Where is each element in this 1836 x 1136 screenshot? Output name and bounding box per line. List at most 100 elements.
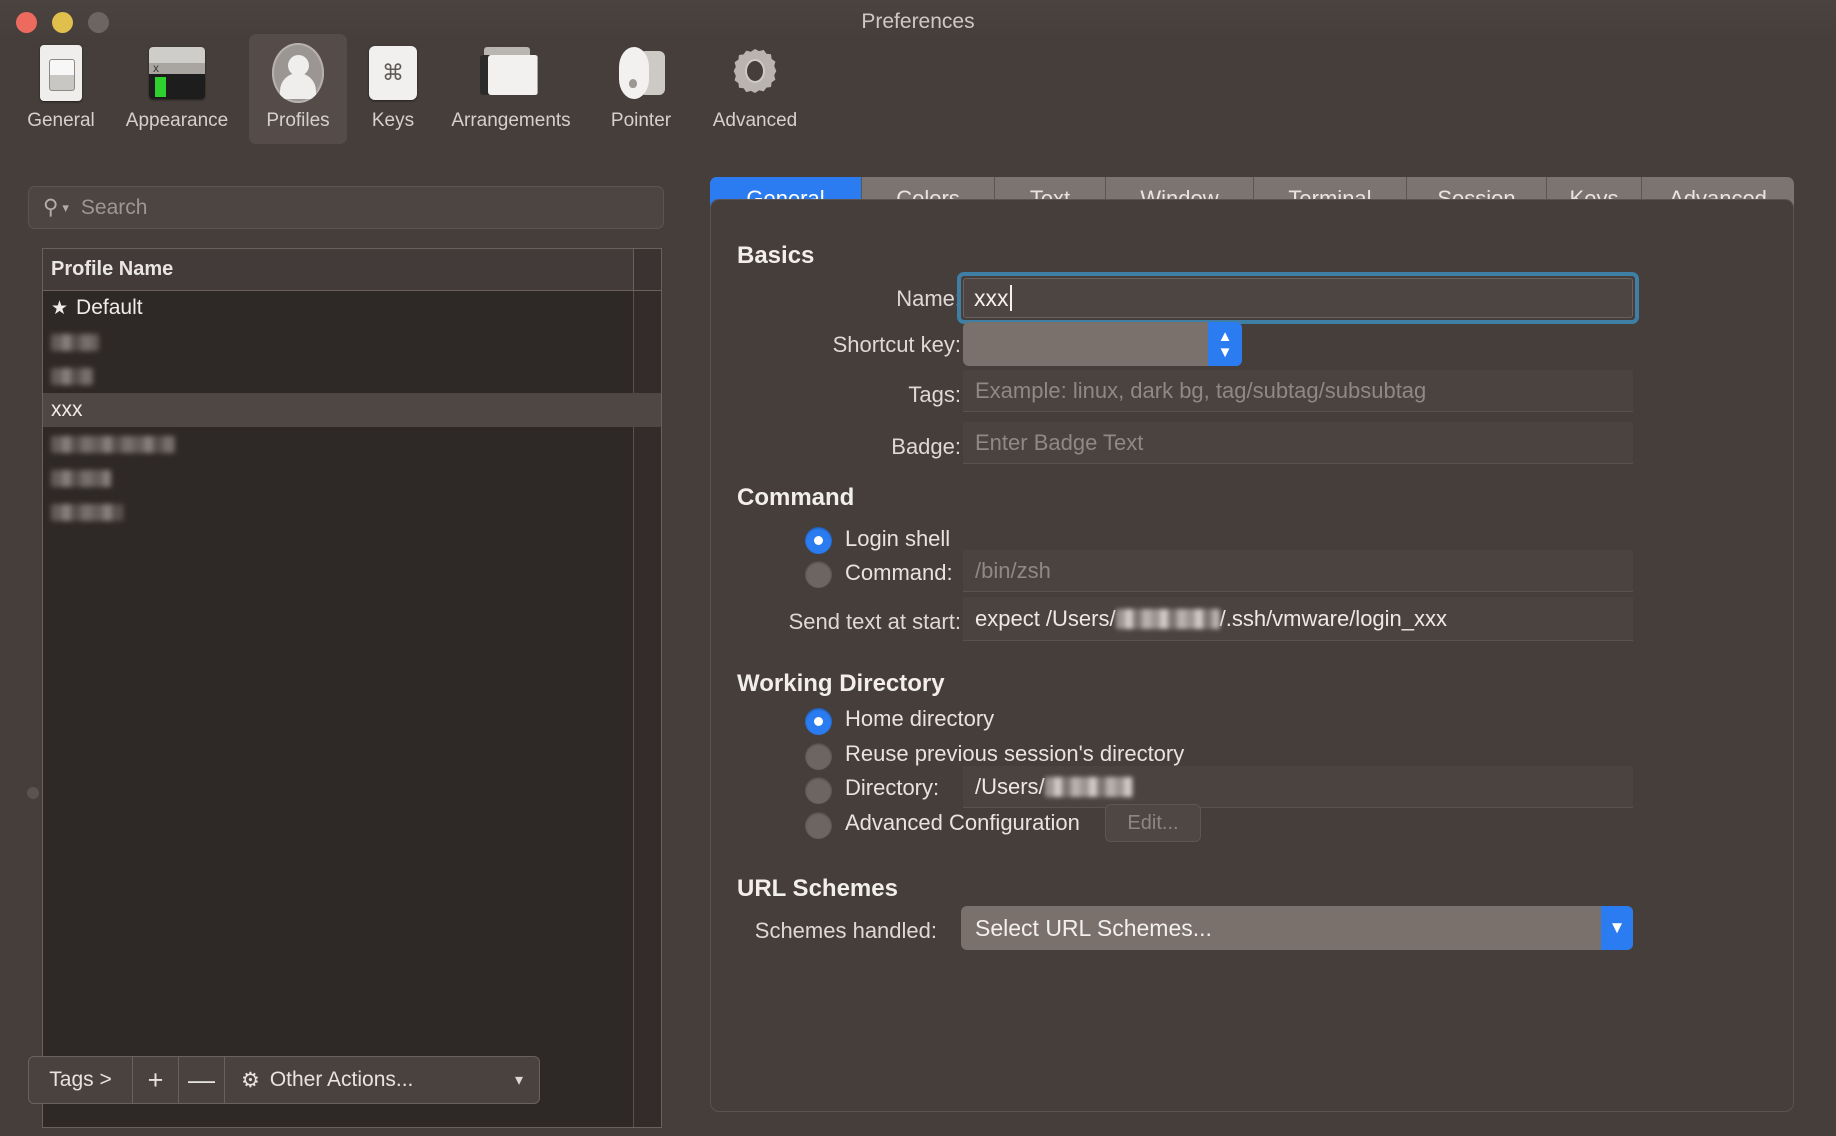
- shortcut-key-input[interactable]: [963, 322, 1242, 366]
- general-tab-panel: Basics Name: xxx Shortcut key: ▲ ▼ Tags:…: [710, 199, 1794, 1112]
- reuse-directory-radio[interactable]: [805, 743, 832, 770]
- profile-actions-toolbar: Tags > + — ⚙ Other Actions... ▾: [28, 1056, 540, 1104]
- other-actions-label: Other Actions...: [269, 1068, 414, 1091]
- gear-icon: ⚙: [241, 1068, 260, 1092]
- name-input[interactable]: xxx: [963, 278, 1633, 318]
- reuse-directory-label: Reuse previous session's directory: [845, 741, 1185, 766]
- search-icon: ⚲: [43, 196, 59, 219]
- toolbar-item-label: Arrangements: [451, 110, 571, 131]
- chevron-up-icon: ▲: [1217, 327, 1233, 345]
- table-row[interactable]: ★ Default: [43, 291, 661, 325]
- toolbar-item-label: General: [27, 110, 95, 131]
- add-profile-button[interactable]: +: [133, 1057, 179, 1103]
- login-shell-radio[interactable]: [805, 527, 832, 554]
- toolbar-item-profiles[interactable]: Profiles: [249, 34, 347, 144]
- badge-placeholder: Enter Badge Text: [975, 429, 1144, 455]
- table-row[interactable]: [43, 359, 661, 393]
- column-header-profile-name: Profile Name: [51, 258, 174, 280]
- profile-name: Default: [76, 296, 143, 319]
- directory-radio[interactable]: [805, 777, 832, 804]
- pointer-icon: [605, 42, 677, 104]
- toolbar-item-label: Profiles: [266, 110, 330, 131]
- table-row[interactable]: xxx: [43, 393, 661, 427]
- profiles-sidebar: ⚲ ▾ Search Profile Name ★ Default xxx Ta…: [0, 152, 672, 1136]
- profile-name: xxx: [51, 398, 83, 421]
- toolbar-item-general[interactable]: General: [6, 34, 116, 144]
- search-placeholder: Search: [80, 195, 148, 219]
- appearance-icon: x: [141, 42, 213, 104]
- send-text-prefix: expect /Users/: [975, 605, 1116, 631]
- redacted-profile-name: [51, 503, 123, 521]
- redacted-profile-name: [51, 367, 93, 385]
- shortcut-key-label: Shortcut key:: [832, 332, 961, 357]
- general-icon: [25, 42, 97, 104]
- toolbar-item-label: Appearance: [125, 110, 229, 131]
- command-radio[interactable]: [805, 561, 832, 588]
- toolbar-item-keys[interactable]: ⌘ Keys: [355, 34, 431, 144]
- chevron-down-icon[interactable]: ▼: [1601, 906, 1633, 950]
- toolbar-item-label: Pointer: [610, 110, 672, 131]
- advanced-configuration-radio[interactable]: [805, 812, 832, 839]
- redacted-username: [1115, 608, 1220, 629]
- table-row[interactable]: [43, 325, 661, 359]
- arrangements-icon: [475, 42, 547, 104]
- preferences-toolbar: General x Appearance Profiles ⌘ Keys Arr…: [0, 34, 1836, 152]
- send-text-at-start-input[interactable]: expect /Users/ /.ssh/vmware/login_xxx: [963, 597, 1633, 641]
- toolbar-item-label: Advanced: [712, 110, 798, 131]
- keys-icon: ⌘: [357, 42, 429, 104]
- login-shell-label: Login shell: [845, 526, 951, 551]
- chevron-down-icon: ▾: [514, 1072, 523, 1089]
- badge-input[interactable]: Enter Badge Text: [963, 422, 1633, 464]
- schemes-handled-popup[interactable]: Select URL Schemes...: [961, 906, 1633, 950]
- tags-input[interactable]: Example: linux, dark bg, tag/subtag/subs…: [963, 370, 1633, 412]
- window-title: Preferences: [861, 10, 975, 33]
- toolbar-item-label: Keys: [371, 110, 415, 131]
- gear-glyph: [733, 49, 777, 93]
- star-icon: ★: [51, 297, 69, 319]
- tags-button[interactable]: Tags >: [29, 1057, 133, 1103]
- shortcut-key-stepper[interactable]: ▲ ▼: [1208, 322, 1242, 366]
- home-directory-radio[interactable]: [805, 708, 832, 735]
- profile-table[interactable]: Profile Name ★ Default xxx: [42, 248, 662, 1128]
- chevron-down-icon: ▾: [62, 199, 69, 215]
- redacted-profile-name: [51, 469, 111, 487]
- profile-table-header: Profile Name: [43, 249, 661, 291]
- preferences-window: Preferences General x Appearance Profile…: [0, 0, 1836, 1136]
- directory-prefix: /Users/: [975, 773, 1045, 799]
- home-directory-label: Home directory: [845, 706, 995, 731]
- command-label: Command:: [845, 560, 953, 585]
- table-row[interactable]: [43, 495, 661, 529]
- advanced-icon: [719, 42, 791, 104]
- section-heading-command: Command: [737, 484, 855, 511]
- preferences-content: ⚲ ▾ Search Profile Name ★ Default xxx Ta…: [0, 152, 1836, 1136]
- table-row[interactable]: [43, 427, 661, 461]
- edit-button[interactable]: Edit...: [1105, 804, 1201, 842]
- badge-label: Badge:: [891, 434, 961, 459]
- section-heading-working-directory: Working Directory: [737, 670, 945, 697]
- redacted-profile-name: [51, 333, 99, 351]
- profiles-icon: [262, 42, 334, 104]
- tags-label: Tags:: [908, 382, 961, 407]
- redacted-profile-name: [51, 435, 175, 453]
- send-text-suffix: /.ssh/vmware/login_xxx: [1219, 605, 1448, 631]
- toolbar-item-pointer[interactable]: Pointer: [591, 34, 691, 144]
- command-placeholder: /bin/zsh: [975, 557, 1051, 583]
- column-header-spacer: [633, 249, 661, 290]
- toolbar-item-appearance[interactable]: x Appearance: [113, 34, 241, 144]
- redacted-username: [1044, 776, 1133, 797]
- toolbar-item-arrangements[interactable]: Arrangements: [435, 34, 587, 144]
- remove-profile-button[interactable]: —: [179, 1057, 225, 1103]
- send-text-at-start-label: Send text at start:: [788, 609, 961, 634]
- section-heading-url-schemes: URL Schemes: [737, 875, 898, 902]
- table-row[interactable]: [43, 461, 661, 495]
- advanced-configuration-label: Advanced Configuration: [845, 810, 1080, 835]
- other-actions-button[interactable]: ⚙ Other Actions... ▾: [225, 1057, 539, 1103]
- command-input[interactable]: /bin/zsh: [963, 550, 1633, 592]
- profile-detail-panel: General Colors Text Window Terminal Sess…: [684, 152, 1824, 1136]
- section-heading-basics: Basics: [737, 242, 815, 269]
- directory-input[interactable]: /Users/: [963, 766, 1633, 808]
- text-caret: [1009, 285, 1012, 311]
- schemes-handled-label: Schemes handled:: [754, 918, 937, 943]
- search-input[interactable]: ⚲ ▾ Search: [28, 186, 664, 229]
- toolbar-item-advanced[interactable]: Advanced: [696, 34, 814, 144]
